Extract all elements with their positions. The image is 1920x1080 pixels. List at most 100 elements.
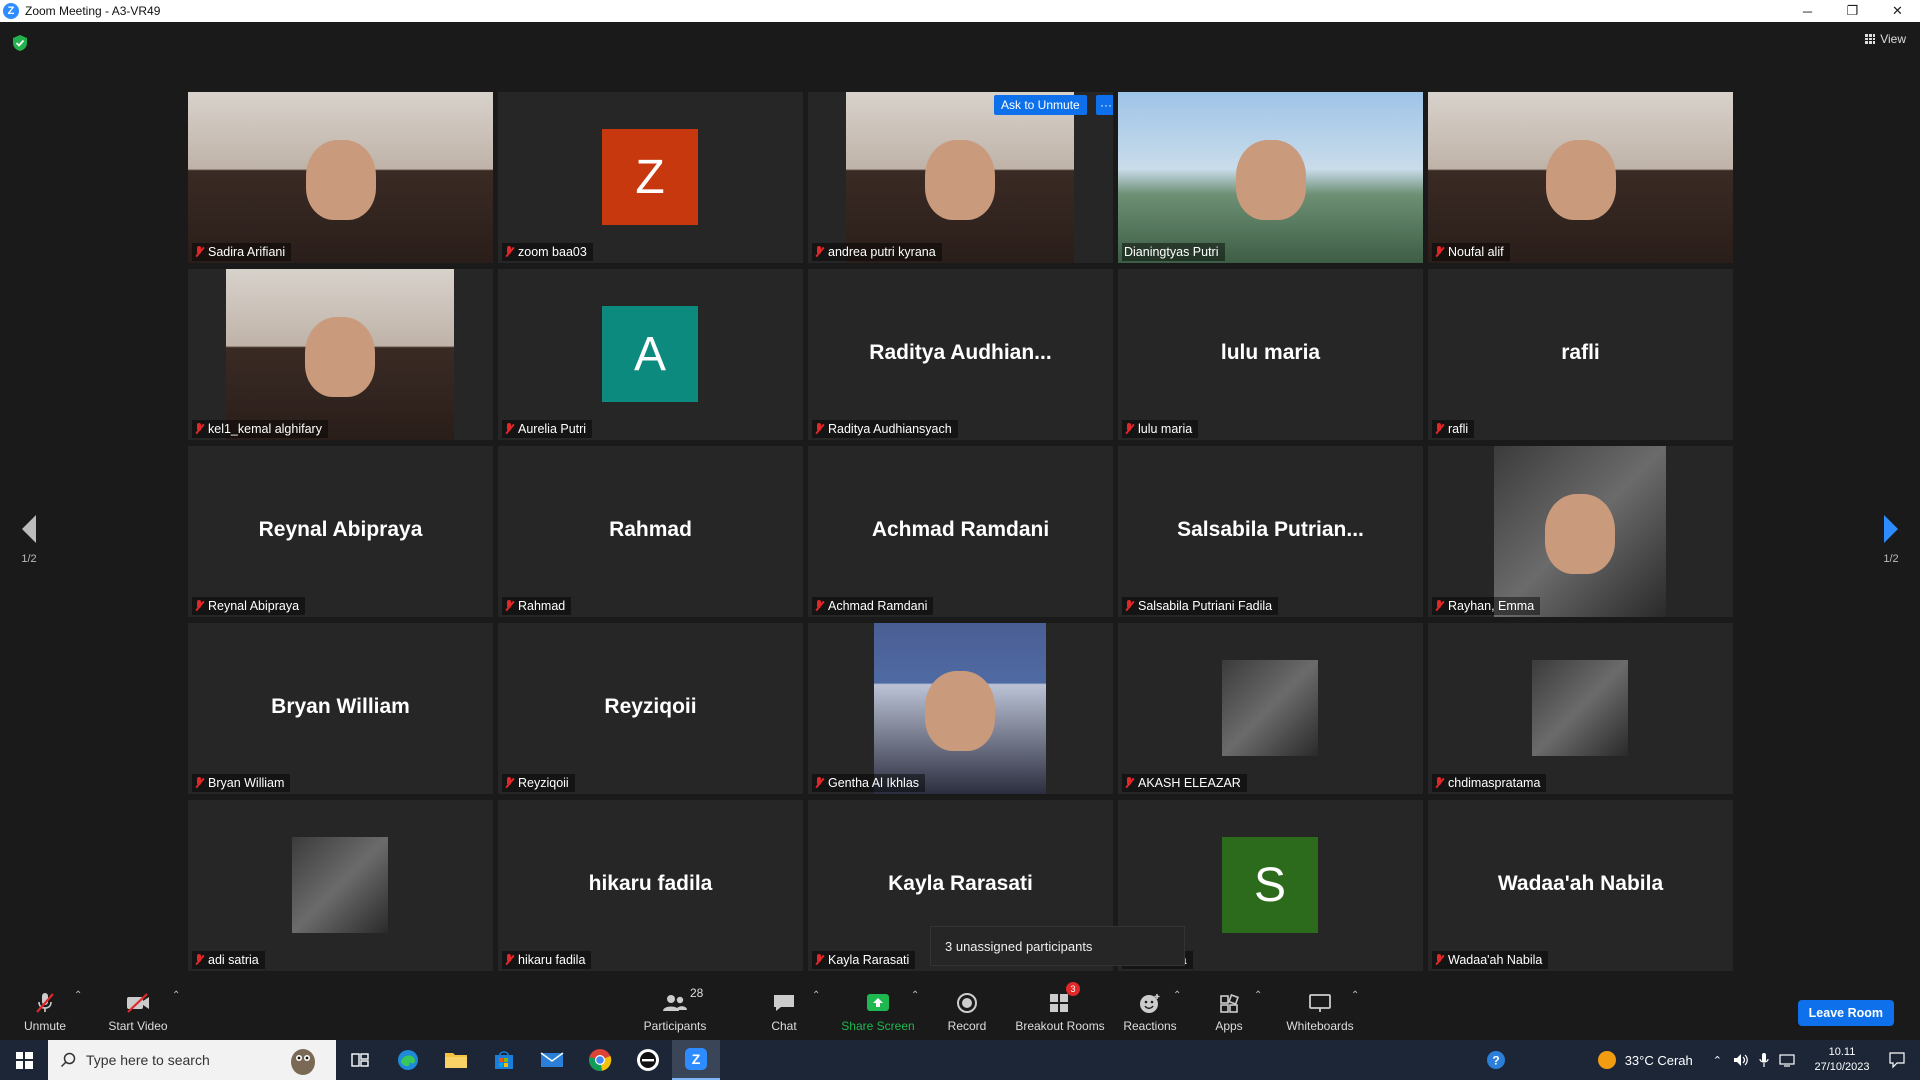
chat-button[interactable]: Chat bbox=[762, 978, 806, 1040]
participant-name-label: Rahmad bbox=[502, 597, 572, 615]
file-explorer-button[interactable] bbox=[432, 1040, 480, 1080]
whiteboards-button[interactable]: Whiteboards bbox=[1284, 978, 1356, 1040]
task-view-button[interactable] bbox=[336, 1040, 384, 1080]
mail-button[interactable] bbox=[528, 1040, 576, 1080]
participant-tile[interactable]: Wadaa'ah Nabila Wadaa'ah Nabila bbox=[1428, 800, 1733, 971]
participant-video bbox=[1494, 446, 1666, 617]
tray-overflow-caret-icon[interactable]: ⌃ bbox=[1713, 1054, 1722, 1067]
unmute-button[interactable]: Unmute bbox=[20, 978, 70, 1040]
apps-button[interactable]: Apps bbox=[1212, 978, 1246, 1040]
participant-display-name: Wadaa'ah Nabila bbox=[1497, 872, 1664, 895]
search-icon bbox=[60, 1052, 76, 1068]
record-button[interactable]: Record bbox=[942, 978, 992, 1040]
participant-tile[interactable]: Noufal alif bbox=[1428, 92, 1733, 263]
reactions-smiley-icon bbox=[1140, 994, 1160, 1013]
participants-button[interactable]: 28 Participants bbox=[640, 978, 710, 1040]
participant-tile[interactable]: adi satria bbox=[188, 800, 493, 971]
whiteboards-options-caret-icon[interactable]: ⌃ bbox=[1351, 990, 1359, 1001]
participant-tile[interactable]: lulu maria lulu maria bbox=[1118, 269, 1423, 440]
participant-name: Gentha Al Ikhlas bbox=[828, 776, 920, 790]
participant-tile[interactable]: Sadira Arifiani bbox=[188, 92, 493, 263]
video-options-caret-icon[interactable]: ⌃ bbox=[172, 990, 180, 1001]
participant-tile[interactable]: Ask to Unmute ··· andrea putri kyrana bbox=[808, 92, 1113, 263]
share-options-caret-icon[interactable]: ⌃ bbox=[911, 990, 919, 1001]
app-button[interactable] bbox=[624, 1040, 672, 1080]
participant-avatar: A bbox=[602, 306, 698, 402]
participant-name: zoom baa03 bbox=[518, 245, 587, 259]
participant-name-label: Dianingtyas Putri bbox=[1122, 243, 1225, 261]
participant-name: Reynal Abipraya bbox=[208, 599, 300, 613]
apps-options-caret-icon[interactable]: ⌃ bbox=[1254, 990, 1262, 1001]
breakout-rooms-button[interactable]: 3 Breakout Rooms bbox=[1014, 978, 1106, 1040]
breakout-count-badge: 3 bbox=[1066, 982, 1080, 996]
participant-tile[interactable]: Reyziqoii Reyziqoii bbox=[498, 623, 803, 794]
ask-to-unmute-button[interactable]: Ask to Unmute bbox=[994, 95, 1087, 115]
participant-tile[interactable]: Rayhan, Emma bbox=[1428, 446, 1733, 617]
participant-name-label: adi satria bbox=[192, 951, 265, 969]
mic-muted-icon bbox=[1124, 423, 1134, 435]
participant-name-label: AKASH ELEAZAR bbox=[1122, 774, 1247, 792]
zoom-taskbar-button[interactable]: Z bbox=[672, 1040, 720, 1080]
next-page-button[interactable]: 1/2 bbox=[1876, 515, 1906, 565]
participant-tile[interactable]: chdimaspratama bbox=[1428, 623, 1733, 794]
participant-tile[interactable]: Dianingtyas Putri bbox=[1118, 92, 1423, 263]
close-button[interactable]: ✕ bbox=[1875, 0, 1920, 22]
start-button[interactable] bbox=[0, 1040, 48, 1080]
participant-tile[interactable]: kel1_kemal alghifary bbox=[188, 269, 493, 440]
edge-browser-button[interactable] bbox=[384, 1040, 432, 1080]
participant-tile[interactable]: Salsabila Putrian... Salsabila Putriani F… bbox=[1118, 446, 1423, 617]
taskbar-search-box[interactable]: Type here to search bbox=[48, 1040, 336, 1080]
reactions-button[interactable]: Reactions bbox=[1122, 978, 1178, 1040]
participant-tile[interactable]: Zzoom baa03 bbox=[498, 92, 803, 263]
participant-tile[interactable]: Reynal Abipraya Reynal Abipraya bbox=[188, 446, 493, 617]
mic-muted-icon bbox=[814, 954, 824, 966]
participant-tile[interactable]: Rahmad Rahmad bbox=[498, 446, 803, 617]
mic-muted-icon bbox=[504, 954, 514, 966]
zoom-logo-icon: Z bbox=[3, 3, 19, 19]
store-bag-icon bbox=[495, 1051, 513, 1069]
participant-tile[interactable]: Gentha Al Ikhlas bbox=[808, 623, 1113, 794]
weather-text[interactable]: 33°C Cerah bbox=[1625, 1053, 1693, 1068]
reactions-label: Reactions bbox=[1123, 1019, 1177, 1033]
store-button[interactable] bbox=[480, 1040, 528, 1080]
chrome-button[interactable] bbox=[576, 1040, 624, 1080]
more-options-button[interactable]: ··· bbox=[1096, 95, 1113, 115]
security-shield-icon[interactable] bbox=[12, 34, 28, 52]
participant-name: andrea putri kyrana bbox=[828, 245, 936, 259]
participant-tile[interactable]: A Aurelia Putri bbox=[498, 269, 803, 440]
participant-video bbox=[226, 269, 454, 440]
previous-page-button[interactable]: 1/2 bbox=[14, 515, 44, 565]
unassigned-participants-tooltip[interactable]: 3 unassigned participants bbox=[930, 926, 1185, 966]
start-video-button[interactable]: Start Video bbox=[107, 978, 169, 1040]
reactions-options-caret-icon[interactable]: ⌃ bbox=[1173, 990, 1181, 1001]
help-icon[interactable]: ? bbox=[1485, 1049, 1507, 1071]
participant-name: Salsabila Putriani Fadila bbox=[1138, 599, 1273, 613]
participant-display-name: Achmad Ramdani bbox=[871, 518, 1050, 541]
microphone-icon[interactable] bbox=[1758, 1052, 1770, 1068]
participant-name-label: Rayhan, Emma bbox=[1432, 597, 1541, 615]
notification-icon[interactable] bbox=[1888, 1051, 1906, 1069]
participant-video bbox=[188, 92, 493, 263]
app-circle-icon bbox=[637, 1049, 659, 1071]
participant-tile[interactable]: Raditya Audhian... Raditya Audhiansyach bbox=[808, 269, 1113, 440]
participant-tile[interactable]: rafli rafli bbox=[1428, 269, 1733, 440]
participant-tile[interactable]: AKASH ELEAZAR bbox=[1118, 623, 1423, 794]
restore-button[interactable]: ❐ bbox=[1830, 0, 1875, 22]
chat-label: Chat bbox=[771, 1019, 797, 1033]
network-icon[interactable] bbox=[1778, 1052, 1796, 1068]
participant-tile[interactable]: hikaru fadila hikaru fadila bbox=[498, 800, 803, 971]
chat-options-caret-icon[interactable]: ⌃ bbox=[812, 990, 820, 1001]
view-button[interactable]: View bbox=[1865, 32, 1906, 46]
mic-muted-icon bbox=[1434, 600, 1444, 612]
mic-muted-icon bbox=[814, 246, 824, 258]
leave-room-button[interactable]: Leave Room bbox=[1797, 1000, 1894, 1026]
share-screen-button[interactable]: Share Screen bbox=[838, 978, 918, 1040]
audio-options-caret-icon[interactable]: ⌃ bbox=[74, 990, 82, 1001]
taskbar-clock[interactable]: 10.11 27/10/2023 bbox=[1802, 1045, 1882, 1075]
participant-tile[interactable]: Bryan William Bryan William bbox=[188, 623, 493, 794]
participant-video bbox=[1118, 92, 1423, 263]
minimize-button[interactable]: ─ bbox=[1785, 0, 1830, 22]
participant-tile[interactable]: Achmad Ramdani Achmad Ramdani bbox=[808, 446, 1113, 617]
speaker-icon[interactable] bbox=[1732, 1052, 1750, 1068]
participant-name: Reyziqoii bbox=[518, 776, 569, 790]
